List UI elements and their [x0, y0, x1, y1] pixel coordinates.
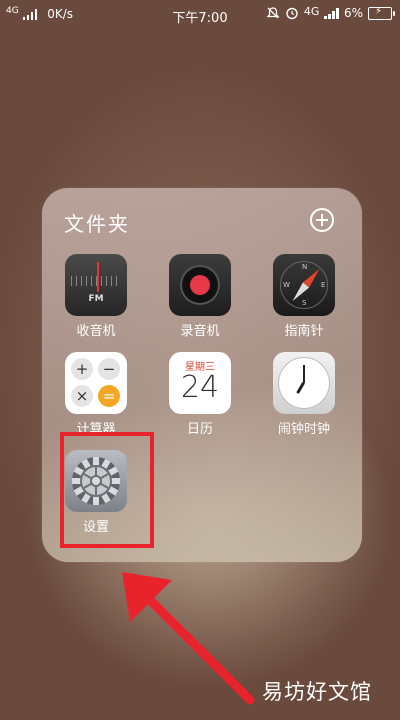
red-arrow-icon — [122, 572, 255, 705]
watermark-text: 易坊好文馆 — [262, 680, 372, 704]
